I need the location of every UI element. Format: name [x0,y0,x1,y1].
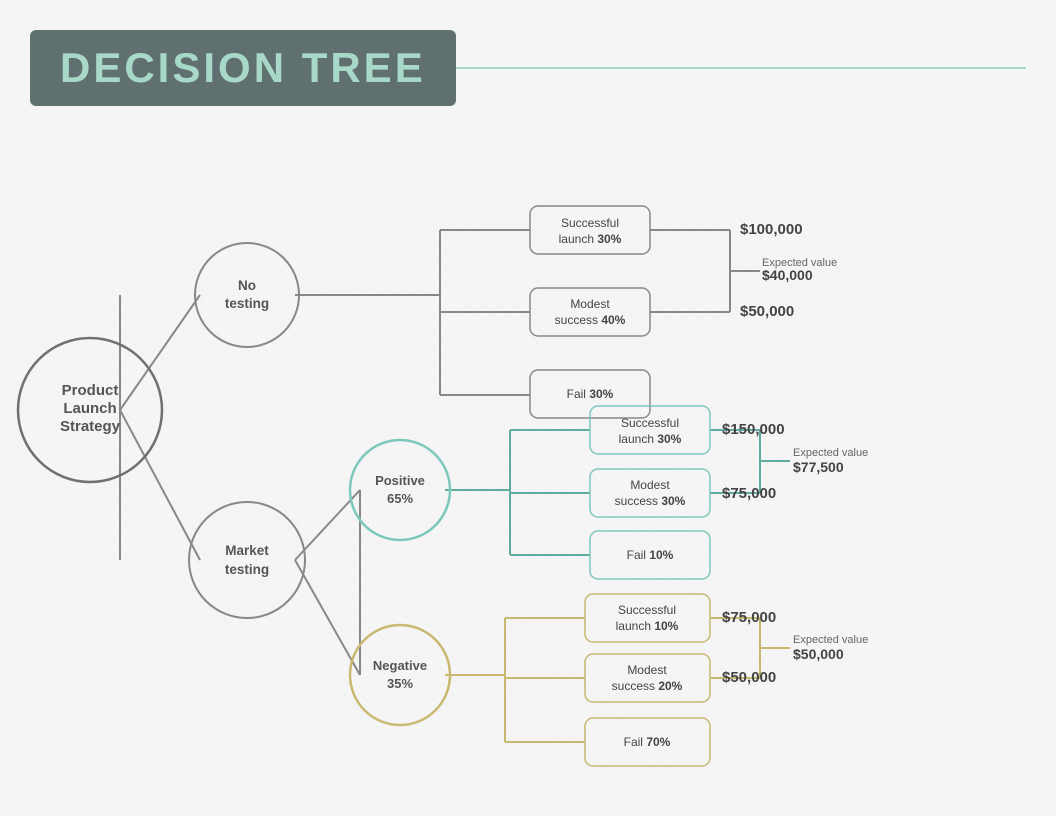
svg-text:$50,000: $50,000 [740,303,794,320]
header-box: DECISION TREE [30,30,456,106]
svg-text:testing: testing [225,296,269,311]
svg-text:Successful: Successful [561,216,619,230]
page-title: DECISION TREE [60,44,426,91]
header-line [456,67,1026,69]
svg-text:$40,000: $40,000 [762,267,813,283]
svg-text:Launch: Launch [63,400,116,417]
svg-text:$77,500: $77,500 [793,459,844,475]
svg-text:65%: 65% [387,491,413,506]
svg-text:$100,000: $100,000 [740,221,803,238]
svg-text:$75,000: $75,000 [722,609,776,626]
svg-text:Expected value: Expected value [793,447,868,459]
svg-text:Successful: Successful [618,603,676,617]
svg-text:launch 30%: launch 30% [559,232,622,246]
svg-text:launch 10%: launch 10% [616,619,679,633]
svg-text:Modest: Modest [570,297,610,311]
svg-text:$75,000: $75,000 [722,485,776,502]
svg-text:Positive: Positive [375,473,425,488]
svg-text:Fail 10%: Fail 10% [627,548,674,562]
svg-text:Expected value: Expected value [793,634,868,646]
svg-text:Product: Product [62,382,119,399]
svg-text:Fail 70%: Fail 70% [624,735,671,749]
svg-text:Market: Market [225,543,269,558]
header: DECISION TREE [30,30,1026,106]
svg-text:success 30%: success 30% [615,494,686,508]
decision-tree-svg: Product Launch Strategy No testing Marke… [0,130,1056,810]
svg-text:Modest: Modest [630,478,670,492]
svg-text:$50,000: $50,000 [722,669,776,686]
svg-text:Successful: Successful [621,416,679,430]
svg-text:$50,000: $50,000 [793,646,844,662]
svg-text:35%: 35% [387,676,413,691]
svg-text:No: No [238,278,256,293]
svg-text:testing: testing [225,562,269,577]
svg-text:Negative: Negative [373,658,427,673]
svg-text:$150,000: $150,000 [722,421,785,438]
svg-text:launch 30%: launch 30% [619,432,682,446]
svg-text:Strategy: Strategy [60,418,121,435]
svg-text:Fail 30%: Fail 30% [567,387,614,401]
svg-text:success 20%: success 20% [612,679,683,693]
svg-text:success 40%: success 40% [555,313,626,327]
svg-text:Modest: Modest [627,663,667,677]
